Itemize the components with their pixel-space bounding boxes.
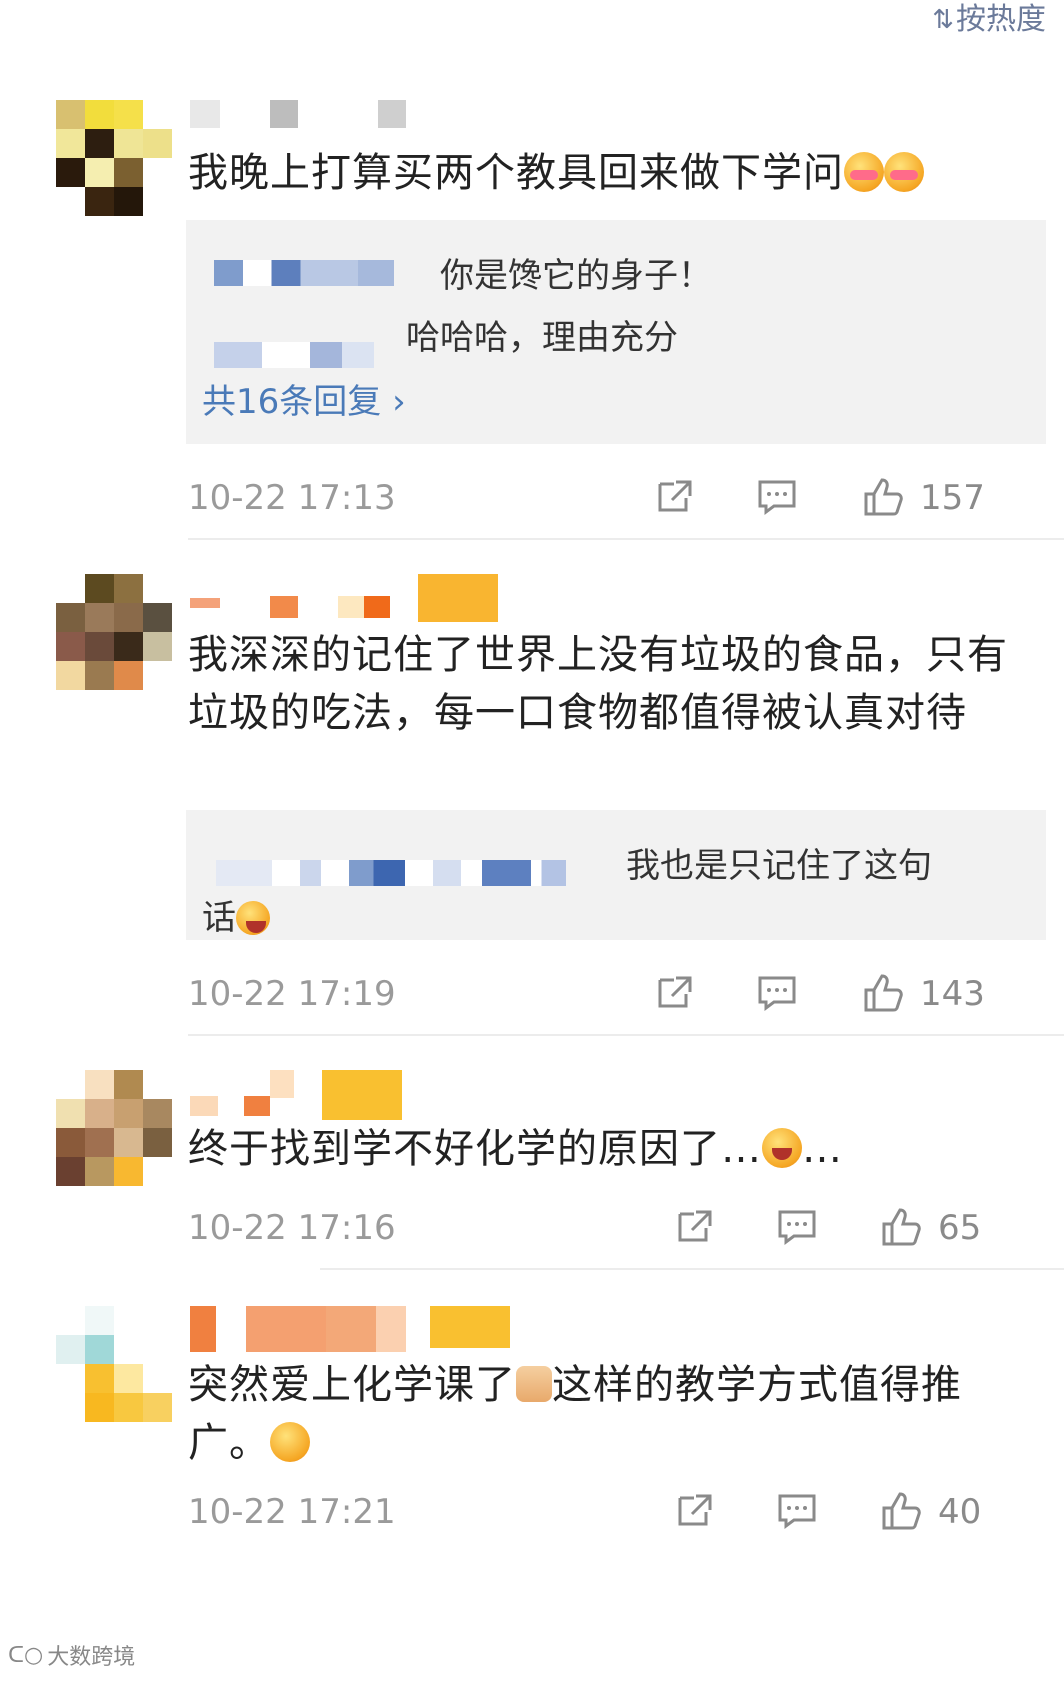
more-replies-link[interactable]: 共16条回复 ›: [202, 374, 406, 423]
share-icon: [678, 1210, 712, 1242]
like-button[interactable]: [878, 1204, 924, 1250]
like-count: 65: [938, 1208, 982, 1248]
comment-time: 10-22 17:21: [188, 1492, 396, 1532]
reply-username-pixelated: [216, 860, 566, 886]
reply-text-continued: 话: [202, 890, 270, 939]
username-pixelated[interactable]: [190, 574, 498, 622]
thumbs-up-icon: [882, 1208, 921, 1246]
reply-text: 我也是只记住了这句: [626, 846, 932, 886]
reply-username-pixelated: [214, 260, 394, 286]
like-count: 143: [920, 974, 985, 1014]
comment-meta: 10-22 17:13 157: [188, 470, 1064, 530]
comment-icon: [758, 976, 796, 1011]
thumbs-up-icon: [882, 1492, 921, 1530]
comment-text-content: 我晚上打算买两个教具回来做下学问: [188, 150, 844, 196]
thumbs-up-emoji-icon: [516, 1366, 552, 1402]
share-icon: [658, 480, 692, 512]
comment-meta: 10-22 17:21 40: [188, 1484, 1064, 1544]
laughing-face-icon: [762, 1128, 802, 1168]
comment-time: 10-22 17:16: [188, 1208, 396, 1248]
reply-button[interactable]: [754, 970, 800, 1016]
reply-button[interactable]: [774, 1204, 820, 1250]
reply-button[interactable]: [774, 1488, 820, 1534]
reply-box[interactable]: 你是馋它的身子！ 哈哈哈，理由充分 共16条回复 ›: [186, 220, 1046, 444]
like-button[interactable]: [878, 1488, 924, 1534]
thumbs-up-icon: [864, 974, 903, 1012]
watermark-text: 大数跨境: [47, 1645, 136, 1670]
avatar[interactable]: [56, 100, 172, 216]
username-pixelated[interactable]: [190, 100, 406, 130]
comment-icon: [778, 1210, 816, 1245]
reply-box[interactable]: 我也是只记住了这句 话: [186, 810, 1046, 940]
comment-text-content: 终于找到学不好化学的原因了…: [188, 1126, 762, 1172]
divider: [188, 538, 1064, 540]
sort-by-hot-button[interactable]: ⇅ 按热度: [932, 0, 1046, 40]
comment-time: 10-22 17:19: [188, 974, 396, 1014]
comment-meta: 10-22 17:19 143: [188, 966, 1064, 1026]
share-button[interactable]: [672, 1488, 718, 1534]
share-button[interactable]: [652, 970, 698, 1016]
avatar[interactable]: [56, 1306, 172, 1422]
watermark-logo-icon: ᑕ○: [8, 1642, 44, 1668]
avatar[interactable]: [56, 574, 172, 690]
watermark: ᑕ○ 大数跨境: [8, 1639, 135, 1671]
reply-text: 你是馋它的身子！: [440, 256, 712, 296]
comment-text-tail: …: [802, 1126, 843, 1172]
comment-time: 10-22 17:13: [188, 478, 396, 518]
reply-username-pixelated: [214, 342, 374, 368]
like-count: 157: [920, 478, 985, 518]
like-button[interactable]: [860, 474, 906, 520]
comment-text: 我晚上打算买两个教具回来做下学问: [188, 144, 1040, 202]
comment-icon: [778, 1494, 816, 1529]
sort-arrows-icon: ⇅: [932, 5, 954, 35]
avatar[interactable]: [56, 1070, 172, 1186]
share-button[interactable]: [652, 474, 698, 520]
reply-text: 哈哈哈，理由充分: [406, 318, 678, 358]
flushed-face-icon: [270, 1422, 310, 1462]
thumbs-up-icon: [864, 478, 903, 516]
drooling-face-icon: [884, 152, 924, 192]
drooling-face-icon: [844, 152, 884, 192]
reply-text-tail: 话: [202, 898, 236, 938]
reply-button[interactable]: [754, 474, 800, 520]
comment-text: 我深深的记住了世界上没有垃圾的食品，只有垃圾的吃法，每一口食物都值得被认真对待: [188, 632, 1008, 736]
share-icon: [678, 1494, 712, 1526]
laughing-tears-icon: [236, 901, 270, 935]
divider: [188, 1034, 1064, 1036]
username-pixelated[interactable]: [190, 1070, 402, 1120]
comment-text: 终于找到学不好化学的原因了… …: [188, 1120, 1040, 1178]
share-icon: [658, 976, 692, 1008]
comment-text: 突然爱上化学课了 这样的教学方式值得推广。: [188, 1356, 1040, 1472]
comment-icon: [758, 480, 796, 515]
like-button[interactable]: [860, 970, 906, 1016]
sort-label: 按热度: [956, 2, 1046, 37]
comment-meta: 10-22 17:16 65: [188, 1200, 1064, 1260]
share-button[interactable]: [672, 1204, 718, 1250]
like-count: 40: [938, 1492, 982, 1532]
username-pixelated[interactable]: [190, 1306, 510, 1352]
divider: [320, 1268, 1064, 1270]
comment-text-content: 突然爱上化学课了: [188, 1362, 516, 1408]
